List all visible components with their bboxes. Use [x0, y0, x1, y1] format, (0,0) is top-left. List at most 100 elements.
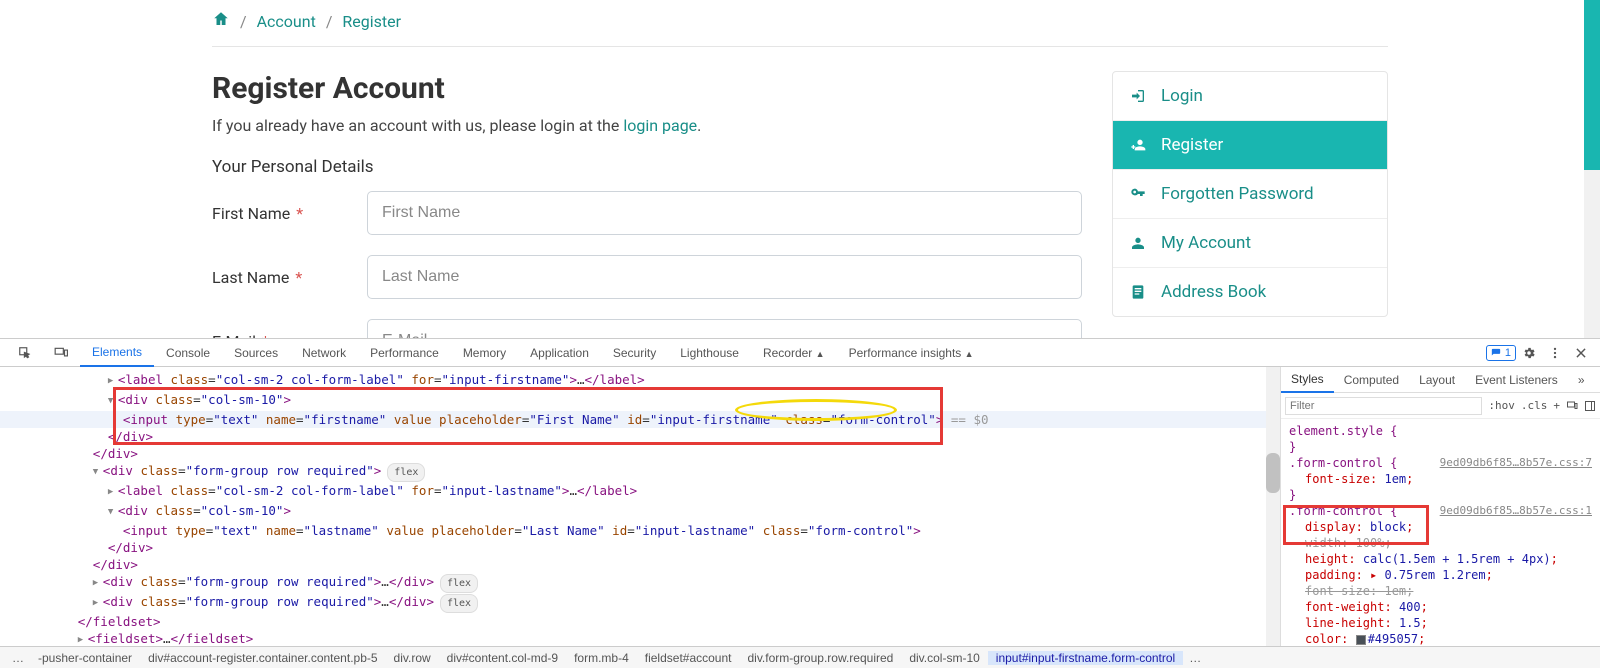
elements-panel[interactable]: <label class="col-sm-2 col-form-label" f…: [0, 367, 1280, 646]
dom-scroll-thumb[interactable]: [1266, 453, 1280, 493]
breadcrumb: / Account / Register: [212, 0, 1388, 47]
device-icon[interactable]: [1566, 400, 1578, 412]
rule-source[interactable]: 9ed09db6f85…8b57e.css:1: [1440, 503, 1592, 519]
sidebar-item-label: My Account: [1161, 233, 1251, 253]
field-email: E-Mail *: [212, 319, 1082, 338]
breadcrumb-home[interactable]: [212, 10, 230, 32]
hov-toggle[interactable]: :hov: [1488, 399, 1515, 412]
device-icon[interactable]: [52, 344, 70, 362]
sidebar-item-register[interactable]: Register: [1113, 121, 1387, 170]
dom-line[interactable]: </div>: [0, 556, 1280, 573]
crumb[interactable]: div.form-group.row.required: [739, 651, 901, 665]
tab-elements[interactable]: Elements: [80, 339, 154, 367]
tab-security[interactable]: Security: [601, 340, 668, 366]
styles-rules[interactable]: element.style { } 9ed09db6f85…8b57e.css:…: [1281, 419, 1600, 646]
crumb[interactable]: -pusher-container: [30, 651, 140, 665]
stab-more[interactable]: »: [1568, 368, 1595, 392]
gear-icon[interactable]: [1520, 344, 1538, 362]
lastname-label: Last Name *: [212, 268, 367, 287]
stab-events[interactable]: Event Listeners: [1465, 368, 1568, 392]
tab-application[interactable]: Application: [518, 340, 601, 366]
firstname-input[interactable]: [367, 191, 1082, 235]
tab-recorder[interactable]: Recorder ▲: [751, 340, 837, 366]
sidebar-item-label: Forgotten Password: [1161, 184, 1314, 204]
dom-line-selected[interactable]: <input type="text" name="firstname" valu…: [0, 411, 1280, 428]
kebab-icon[interactable]: [1546, 344, 1564, 362]
close-icon[interactable]: [1572, 344, 1590, 362]
styles-filter-input[interactable]: [1285, 397, 1482, 415]
styles-toolbar: :hov .cls +: [1281, 393, 1600, 419]
sidebar-item-login[interactable]: Login: [1113, 72, 1387, 121]
tab-perfinsights[interactable]: Performance insights ▲: [837, 340, 986, 366]
devtools-tabbar: Elements Console Sources Network Perform…: [0, 339, 1600, 367]
dom-line[interactable]: <input type="text" name="lastname" value…: [0, 522, 1280, 539]
tab-lighthouse[interactable]: Lighthouse: [668, 340, 751, 366]
breadcrumb-register[interactable]: Register: [342, 12, 401, 31]
styles-tabbar: Styles Computed Layout Event Listeners »: [1281, 367, 1600, 393]
intro-pre: If you already have an account with us, …: [212, 116, 623, 135]
tab-network[interactable]: Network: [290, 340, 358, 366]
lastname-input[interactable]: [367, 255, 1082, 299]
panel-toggle-icon[interactable]: [1584, 400, 1596, 412]
dom-scrollbar[interactable]: [1266, 367, 1280, 646]
stab-computed[interactable]: Computed: [1334, 368, 1409, 392]
sidebar-item-label: Register: [1161, 135, 1223, 155]
book-icon: [1129, 283, 1147, 301]
breadcrumb-sep: /: [326, 12, 333, 31]
crumb[interactable]: div#account-register.container.content.p…: [140, 651, 385, 665]
tab-performance[interactable]: Performance: [358, 340, 451, 366]
dom-line[interactable]: <div class="form-group row required">…</…: [0, 573, 1280, 593]
crumb-more[interactable]: …: [1183, 651, 1207, 665]
crumb-more[interactable]: …: [6, 651, 30, 665]
field-lastname: Last Name *: [212, 255, 1082, 299]
crumb-selected[interactable]: input#input-firstname.form-control: [988, 651, 1183, 665]
dom-line[interactable]: </div>: [0, 539, 1280, 556]
crumb[interactable]: fieldset#account: [637, 651, 740, 665]
crumb[interactable]: div.row: [386, 651, 439, 665]
sidebar-item-account[interactable]: My Account: [1113, 219, 1387, 268]
dom-line[interactable]: </div>: [0, 445, 1280, 462]
crumb[interactable]: div.col-sm-10: [901, 651, 987, 665]
user-icon: [1129, 234, 1147, 252]
rule-source[interactable]: 9ed09db6f85…8b57e.css:7: [1440, 455, 1592, 471]
error-badge[interactable]: 1: [1486, 345, 1516, 361]
styles-panel: Styles Computed Layout Event Listeners »…: [1280, 367, 1600, 646]
dom-line[interactable]: <fieldset>…</fieldset>: [0, 630, 1280, 646]
page-scrollbar-thumb[interactable]: [1584, 0, 1600, 170]
tab-console[interactable]: Console: [154, 340, 222, 366]
dom-line[interactable]: </fieldset>: [0, 613, 1280, 630]
new-rule-icon[interactable]: +: [1553, 399, 1560, 412]
dom-line[interactable]: <label class="col-sm-2 col-form-label" f…: [0, 371, 1280, 391]
dom-line[interactable]: <div class="col-sm-10">: [0, 502, 1280, 522]
rule-selector: element.style {: [1289, 424, 1397, 438]
dom-line[interactable]: <div class="col-sm-10">: [0, 391, 1280, 411]
devtools: Elements Console Sources Network Perform…: [0, 338, 1600, 668]
cls-toggle[interactable]: .cls: [1521, 399, 1548, 412]
dom-line[interactable]: <div class="form-group row required">fle…: [0, 462, 1280, 482]
sidebar-item-address[interactable]: Address Book: [1113, 268, 1387, 316]
email-input[interactable]: [367, 319, 1082, 338]
inspect-icon[interactable]: [16, 344, 34, 362]
stab-styles[interactable]: Styles: [1281, 367, 1334, 393]
stab-layout[interactable]: Layout: [1409, 368, 1465, 392]
firstname-label: First Name *: [212, 204, 367, 223]
dom-line[interactable]: <div class="form-group row required">…</…: [0, 593, 1280, 613]
email-label: E-Mail *: [212, 332, 367, 339]
dom-breadcrumbs: … -pusher-container div#account-register…: [0, 646, 1600, 668]
crumb[interactable]: div#content.col-md-9: [439, 651, 566, 665]
fieldset-legend: Your Personal Details: [212, 157, 1082, 177]
key-icon: [1129, 185, 1147, 203]
dom-line[interactable]: </div>: [0, 428, 1280, 445]
field-firstname: First Name *: [212, 191, 1082, 235]
intro-text: If you already have an account with us, …: [212, 116, 1082, 135]
crumb[interactable]: form.mb-4: [566, 651, 637, 665]
page-title: Register Account: [212, 71, 1082, 106]
sidebar-item-forgotten[interactable]: Forgotten Password: [1113, 170, 1387, 219]
tab-memory[interactable]: Memory: [451, 340, 518, 366]
dom-line[interactable]: <label class="col-sm-2 col-form-label" f…: [0, 482, 1280, 502]
tab-sources[interactable]: Sources: [222, 340, 290, 366]
rule-selector: .form-control {: [1289, 456, 1397, 470]
login-page-link[interactable]: login page: [623, 116, 697, 135]
page-scrollbar-track[interactable]: [1584, 0, 1600, 338]
breadcrumb-account[interactable]: Account: [257, 12, 316, 31]
